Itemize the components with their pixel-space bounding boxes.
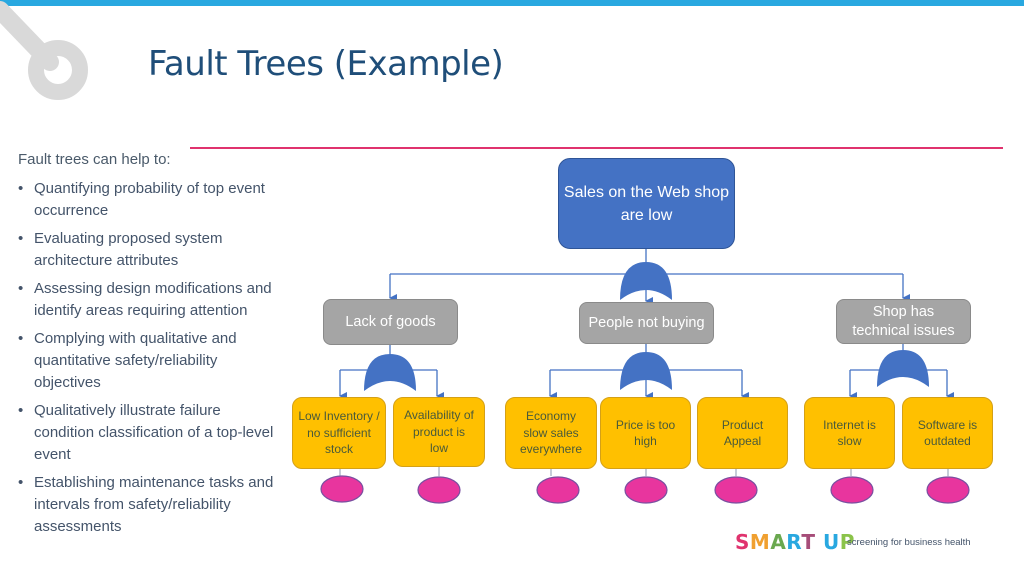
or-gate-icon xyxy=(364,354,416,391)
basic-event-terminal xyxy=(830,476,874,504)
basic-event-terminal xyxy=(926,476,970,504)
intermediate-event-node: People not buying xyxy=(579,302,714,344)
logo-letter xyxy=(815,530,822,554)
basic-event-terminal xyxy=(417,476,461,504)
brand-tagline: screening for business health xyxy=(847,537,971,548)
basic-event-node: Product Appeal xyxy=(697,397,788,469)
logo-letter: A xyxy=(770,530,787,554)
logo-letter: S xyxy=(735,530,750,554)
or-gate-icon xyxy=(877,350,929,387)
basic-event-terminal xyxy=(714,476,758,504)
basic-event-node: Software is outdated xyxy=(902,397,993,469)
basic-event-terminal xyxy=(320,475,364,503)
basic-event-node: Low Inventory / no sufficient stock xyxy=(292,397,386,469)
logo-letter: U xyxy=(822,530,840,554)
smart-up-logo: SMART UP xyxy=(735,530,855,554)
logo-letter: T xyxy=(801,530,816,554)
basic-event-node: Economy slow sales everywhere xyxy=(505,397,597,469)
logo-letter: M xyxy=(749,530,771,554)
basic-event-node: Price is too high xyxy=(600,397,691,469)
intermediate-event-node: Shop has technical issues xyxy=(836,299,971,344)
basic-event-node: Internet is slow xyxy=(804,397,895,469)
top-event-node: Sales on the Web shop are low xyxy=(558,158,735,249)
fault-tree-connectors xyxy=(320,249,970,504)
logo-letter: R xyxy=(786,530,802,554)
intermediate-event-node: Lack of goods xyxy=(323,299,458,345)
basic-event-terminal xyxy=(536,476,580,504)
basic-event-node: Availability of product is low xyxy=(393,397,485,467)
basic-event-terminal xyxy=(624,476,668,504)
